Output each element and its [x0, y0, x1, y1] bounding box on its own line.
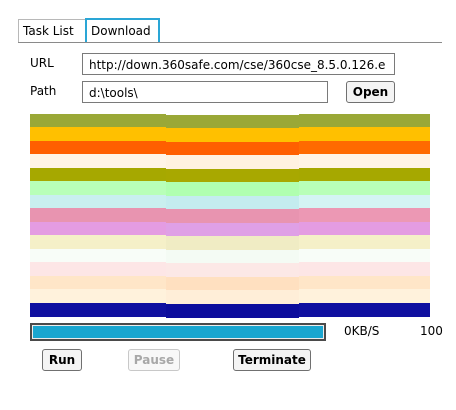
segment-block: [166, 276, 299, 291]
segment-block: [299, 167, 430, 182]
segment-block: [166, 182, 299, 197]
segment-block: [299, 302, 430, 317]
segment-block: [299, 194, 430, 209]
segment-block: [30, 114, 166, 128]
segment-block: [30, 208, 166, 223]
segment-block: [299, 181, 430, 196]
segment-block: [30, 235, 166, 250]
segment-block: [299, 140, 430, 155]
terminate-button[interactable]: Terminate: [233, 349, 311, 371]
segment-block: [166, 155, 299, 170]
segment-block: [166, 263, 299, 278]
segment-block: [166, 141, 299, 156]
segment-block: [299, 235, 430, 250]
segment-block: [30, 302, 166, 317]
segment-block: [30, 221, 166, 236]
segment-block: [166, 168, 299, 183]
url-field[interactable]: http://down.360safe.com/cse/360cse_8.5.0…: [82, 53, 395, 75]
segment-block: [30, 154, 166, 169]
segment-block: [30, 262, 166, 277]
segment-block: [299, 127, 430, 142]
progress-fill: [33, 326, 323, 338]
segment-block: [299, 114, 430, 128]
tab-task-list[interactable]: Task List: [18, 19, 86, 42]
segment-block: [299, 221, 430, 236]
segment-block: [166, 236, 299, 251]
download-segments-visualization: [30, 114, 430, 318]
segment-block: [299, 154, 430, 169]
path-label: Path: [30, 84, 57, 98]
segment-block: [30, 127, 166, 142]
open-button[interactable]: Open: [346, 81, 395, 103]
segment-block: [30, 289, 166, 304]
segment-block: [30, 194, 166, 209]
segment-block: [166, 128, 299, 143]
speed-text: 0KB/S: [344, 324, 380, 338]
segment-block: [166, 209, 299, 224]
segment-block: [166, 195, 299, 210]
segment-block: [299, 208, 430, 223]
segment-block: [166, 303, 299, 318]
segment-block: [30, 181, 166, 196]
pause-button[interactable]: Pause: [128, 349, 180, 371]
percent-text: 100: [420, 324, 443, 338]
download-progress-bar: [30, 323, 326, 341]
segment-block: [30, 275, 166, 290]
segment-block: [30, 140, 166, 155]
segment-block: [299, 275, 430, 290]
segment-block: [166, 249, 299, 264]
segment-block: [30, 167, 166, 182]
url-label: URL: [30, 56, 54, 70]
tab-divider: [18, 42, 442, 43]
run-button[interactable]: Run: [42, 349, 82, 371]
segment-block: [299, 248, 430, 263]
segment-block: [299, 262, 430, 277]
segment-block: [166, 115, 299, 129]
path-field[interactable]: d:\tools\: [82, 81, 328, 103]
tab-download[interactable]: Download: [85, 18, 160, 43]
segment-block: [166, 222, 299, 237]
segment-block: [166, 290, 299, 305]
segment-block: [299, 289, 430, 304]
segment-block: [30, 248, 166, 263]
